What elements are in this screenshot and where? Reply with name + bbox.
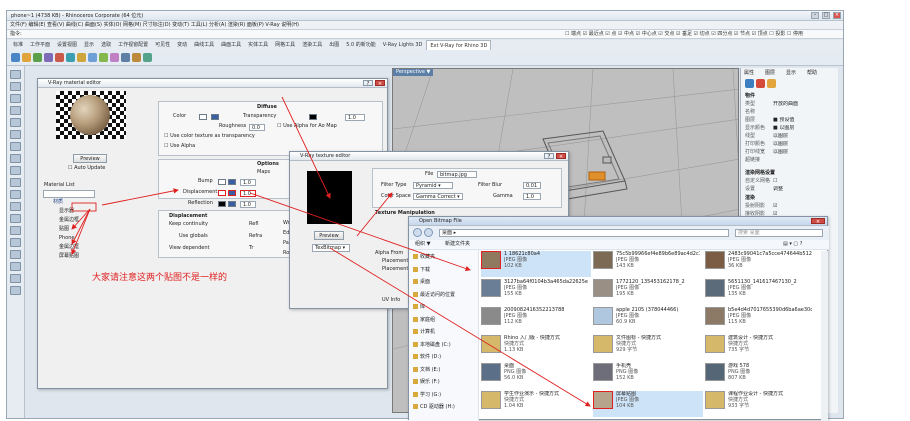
arrow-to-file-field (356, 192, 393, 237)
arrow-to-texture-editor (281, 96, 331, 199)
arrow-to-first-file (249, 192, 471, 272)
arrow-to-screen-map (329, 247, 591, 407)
tree-highlight-box (71, 202, 97, 212)
arrow-to-tree-4 (71, 208, 91, 255)
arrow-to-displacement (101, 188, 179, 206)
annotation-arrows (71, 96, 591, 407)
